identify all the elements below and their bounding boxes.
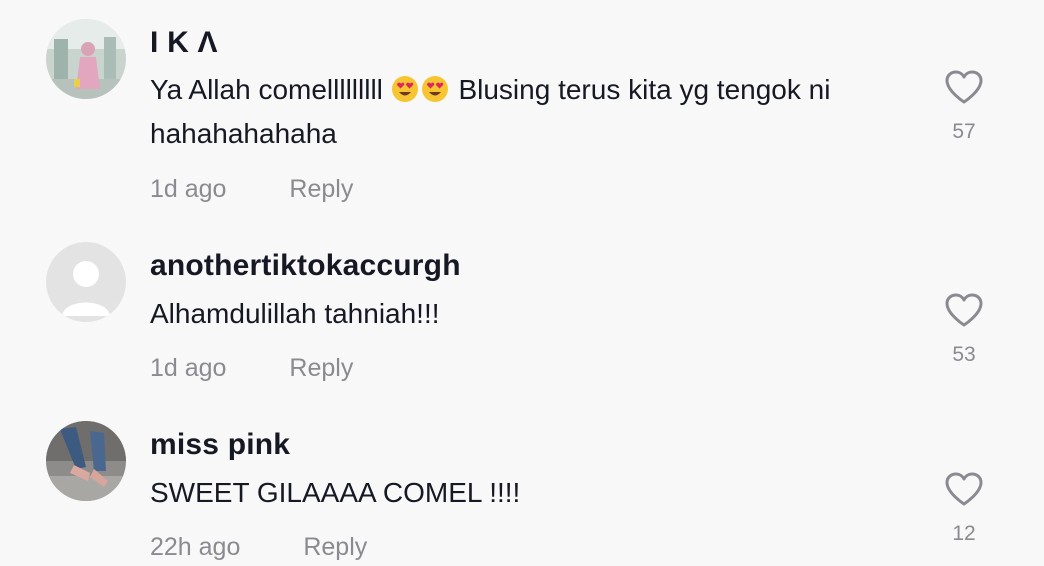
avatar-photo xyxy=(46,19,126,99)
reply-button[interactable]: Reply xyxy=(303,533,367,562)
reply-button[interactable]: Reply xyxy=(289,175,353,204)
comment-meta: 1d ago Reply xyxy=(150,175,353,204)
like-button[interactable]: 12 xyxy=(944,471,984,546)
heart-icon xyxy=(945,472,983,506)
heart-icon xyxy=(945,70,983,104)
heart-icon xyxy=(945,293,983,327)
heart-eyes-emoji-icon xyxy=(391,76,418,102)
comment-time: 1d ago xyxy=(150,175,227,203)
default-avatar-icon xyxy=(46,242,126,322)
comment-time: 1d ago xyxy=(150,354,227,382)
like-count: 12 xyxy=(952,522,976,545)
username[interactable]: I K Λ xyxy=(150,26,218,60)
comment-text: Ya Allah comelllllllll Blusing terus kit… xyxy=(150,68,910,156)
heart-eyes-emoji-icon xyxy=(421,76,448,102)
avatar[interactable] xyxy=(46,421,126,501)
like-button[interactable]: 57 xyxy=(944,69,984,144)
username[interactable]: anothertiktokaccurgh xyxy=(150,249,461,283)
reply-button[interactable]: Reply xyxy=(289,354,353,383)
like-button[interactable]: 53 xyxy=(944,292,984,367)
avatar[interactable] xyxy=(46,242,126,322)
comment-text: Alhamdulillah tahniah!!! xyxy=(150,298,440,329)
like-count: 53 xyxy=(952,343,976,366)
comment-meta: 1d ago Reply xyxy=(150,354,353,383)
username[interactable]: miss pink xyxy=(150,428,290,462)
avatar[interactable] xyxy=(46,19,126,99)
avatar-photo xyxy=(46,421,126,501)
like-count: 57 xyxy=(952,120,976,143)
comment-meta: 22h ago Reply xyxy=(150,533,367,562)
comment-text: SWEET GILAAAA COMEL !!!! xyxy=(150,477,521,508)
comment-text-start: Ya Allah comelllllllll xyxy=(150,74,383,105)
comment-time: 22h ago xyxy=(150,533,241,561)
